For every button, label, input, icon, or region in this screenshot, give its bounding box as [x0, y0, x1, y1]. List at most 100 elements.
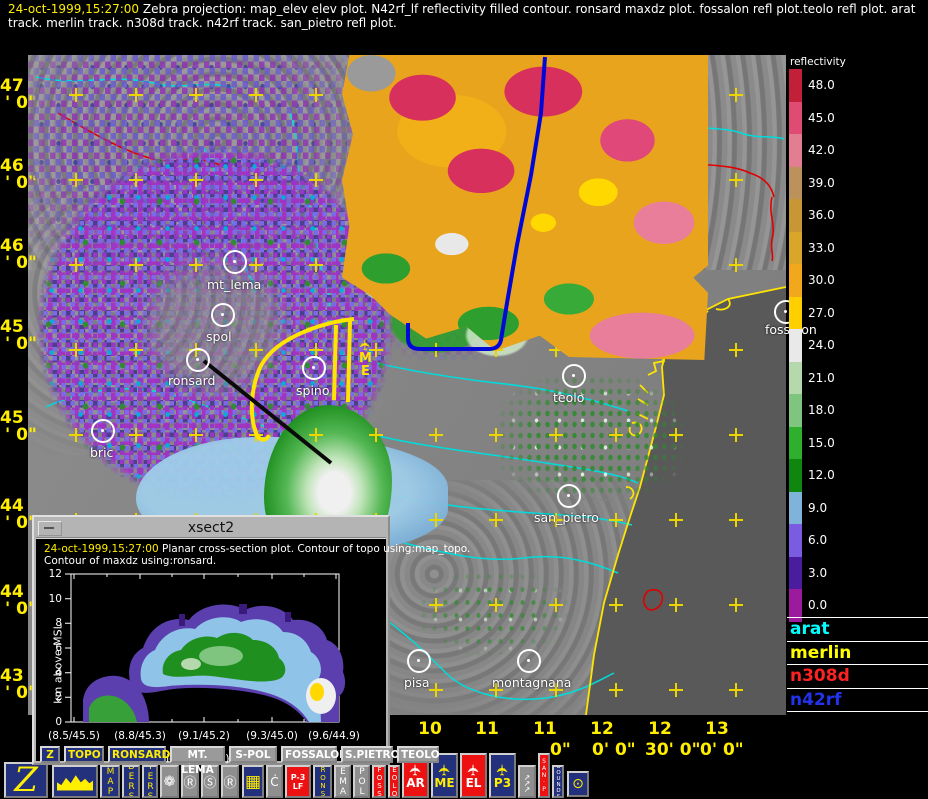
zebra-logo[interactable]: Z: [4, 762, 48, 798]
airplane-icon: ✈: [466, 763, 480, 776]
merlin-aircraft-icon: ✈: [358, 339, 374, 351]
x-tick: (9.1/45.2): [169, 730, 239, 742]
aircraft-legend-n42rf: n42rf: [787, 688, 928, 712]
lon-label: 13: [695, 719, 739, 739]
status-header: 24-oct-1999,15:27:00 Zebra projection: m…: [8, 2, 924, 30]
y-tick: 4: [40, 667, 62, 679]
lon-sublabel: 30' 0": [645, 740, 700, 760]
xsect-button-topo[interactable]: TOPO: [64, 746, 104, 763]
color-swatch: [789, 524, 802, 557]
electra-plane-toggle[interactable]: ✈EL: [460, 753, 487, 798]
grid-icon[interactable]: ▦: [242, 765, 264, 798]
aircraft-legend-arat: arat: [787, 617, 928, 641]
color-swatch: [789, 199, 802, 232]
color-swatch: [789, 102, 802, 135]
xsect-header-line2: Contour of maxdz using:ronsard.: [44, 555, 216, 567]
color-swatch: [789, 134, 802, 167]
xsect-timestamp: 24-oct-1999,15:27:00: [44, 543, 159, 555]
xsect-plot: [64, 567, 376, 729]
merlin-position-label: ME: [358, 351, 373, 377]
spol-toggle[interactable]: POL: [353, 765, 370, 798]
merlin-track: [252, 319, 354, 440]
colorbar-step: 15.0: [789, 427, 928, 460]
airplane-icon: ✈: [408, 763, 422, 776]
lon-label: 11: [523, 719, 567, 739]
x-tick: (9.6/44.9): [299, 730, 369, 742]
colorbar-step: 45.0: [789, 102, 928, 135]
sanp-toggle[interactable]: SAN·P: [538, 753, 550, 798]
colorbar-step: 9.0: [789, 492, 928, 525]
xsect-contours: [83, 604, 345, 722]
colorbar-step: 27.0: [789, 297, 928, 330]
fossalon-toggle[interactable]: FOSS: [372, 765, 386, 798]
bounds-toggle[interactable]: BOUNDS: [552, 765, 564, 798]
color-swatch: [789, 362, 802, 395]
lema-toggle[interactable]: EMA: [334, 765, 351, 798]
airplane-icon: ✈: [437, 763, 451, 776]
colorbar-step: 48.0: [789, 69, 928, 102]
y-tick: 12: [40, 568, 62, 580]
lon-label: 10: [408, 719, 452, 739]
x-tick: (8.8/45.3): [105, 730, 175, 742]
y-tick: 0: [40, 716, 62, 728]
station-label: spino: [296, 383, 330, 398]
teolo-toggle[interactable]: EOLO: [388, 765, 400, 798]
color-swatch: [789, 459, 802, 492]
station-label: montagnana: [492, 675, 571, 690]
layers-toggle[interactable]: YERS: [142, 765, 158, 798]
ronsard-toggle[interactable]: RONS: [313, 765, 332, 798]
xsect-button-z[interactable]: Z: [40, 746, 60, 763]
borders-toggle[interactable]: DERS: [122, 765, 140, 798]
lon-sublabel: 0": [550, 740, 571, 760]
winds-icon[interactable]: ↗↗↗: [518, 765, 536, 798]
xsect-button-ronsard[interactable]: RONSARD: [108, 746, 166, 763]
y-tick: 2: [40, 691, 62, 703]
station-label: mt_lema: [207, 277, 261, 292]
xsect-button-s-pietro[interactable]: S.PIETRO: [341, 746, 393, 763]
window-titlebar[interactable]: xsect2: [36, 519, 386, 539]
station-marker-bric: [91, 419, 115, 443]
temp-icon[interactable]: Ċ: [266, 765, 283, 798]
colorbar-step: 6.0: [789, 524, 928, 557]
lon-sublabel: 0' 0": [592, 740, 636, 760]
mountain-glyph: [57, 773, 93, 791]
y-tick: 6: [40, 642, 62, 654]
colorbar-step: 30.0: [789, 264, 928, 297]
colorbar-step: 42.0: [789, 134, 928, 167]
colorbar-step: 21.0: [789, 362, 928, 395]
station-label: spol: [206, 329, 232, 344]
p3-plane-toggle[interactable]: ✈P3: [489, 753, 516, 798]
xsect-button-teolo[interactable]: TEOLO: [397, 746, 439, 763]
x-tick: (9.3/45.0): [237, 730, 307, 742]
color-swatch: [789, 427, 802, 460]
xsect-button-s-pol[interactable]: S-POL: [229, 746, 277, 763]
colorbar-step: 39.0: [789, 167, 928, 200]
reflectivity-colorbar: 48.0 45.0 42.0 39.0 36.0 33.0 30.0 27.0 …: [789, 69, 928, 622]
minimize-button[interactable]: [38, 521, 62, 536]
p3lf-toggle[interactable]: P-3 LF: [285, 765, 311, 798]
station-label: teolo: [553, 390, 584, 405]
color-swatch: [789, 492, 802, 525]
globe-icon[interactable]: ❁: [160, 765, 179, 798]
topo-icon[interactable]: [52, 765, 98, 798]
xsect2-window[interactable]: xsect2 24-oct-1999,15:27:00 Planar cross…: [32, 515, 390, 765]
sounding-icon[interactable]: ⊙: [567, 771, 589, 797]
y-tick: 10: [40, 593, 62, 605]
color-swatch: [789, 557, 802, 590]
station-marker-spol: [211, 303, 235, 327]
y-tick: 8: [40, 617, 62, 629]
color-swatch: [789, 264, 802, 297]
colorbar-step: 3.0: [789, 557, 928, 590]
color-swatch: [789, 232, 802, 265]
map-toggle[interactable]: MAP: [100, 765, 120, 798]
xsect-button-fossalon[interactable]: FOSSALON: [281, 746, 337, 763]
xsect-button-mt-lema[interactable]: MT. LEMA: [170, 746, 225, 763]
window-title: xsect2: [188, 520, 234, 536]
color-swatch: [789, 394, 802, 427]
n42rf-track: [408, 57, 545, 349]
colorbar-step: 24.0: [789, 329, 928, 362]
radar-r2-icon[interactable]: Ⓡ: [221, 765, 239, 798]
station-label: pisa: [404, 675, 430, 690]
colorbar-step: 33.0: [789, 232, 928, 265]
aircraft-legend-merlin: merlin: [787, 641, 928, 665]
